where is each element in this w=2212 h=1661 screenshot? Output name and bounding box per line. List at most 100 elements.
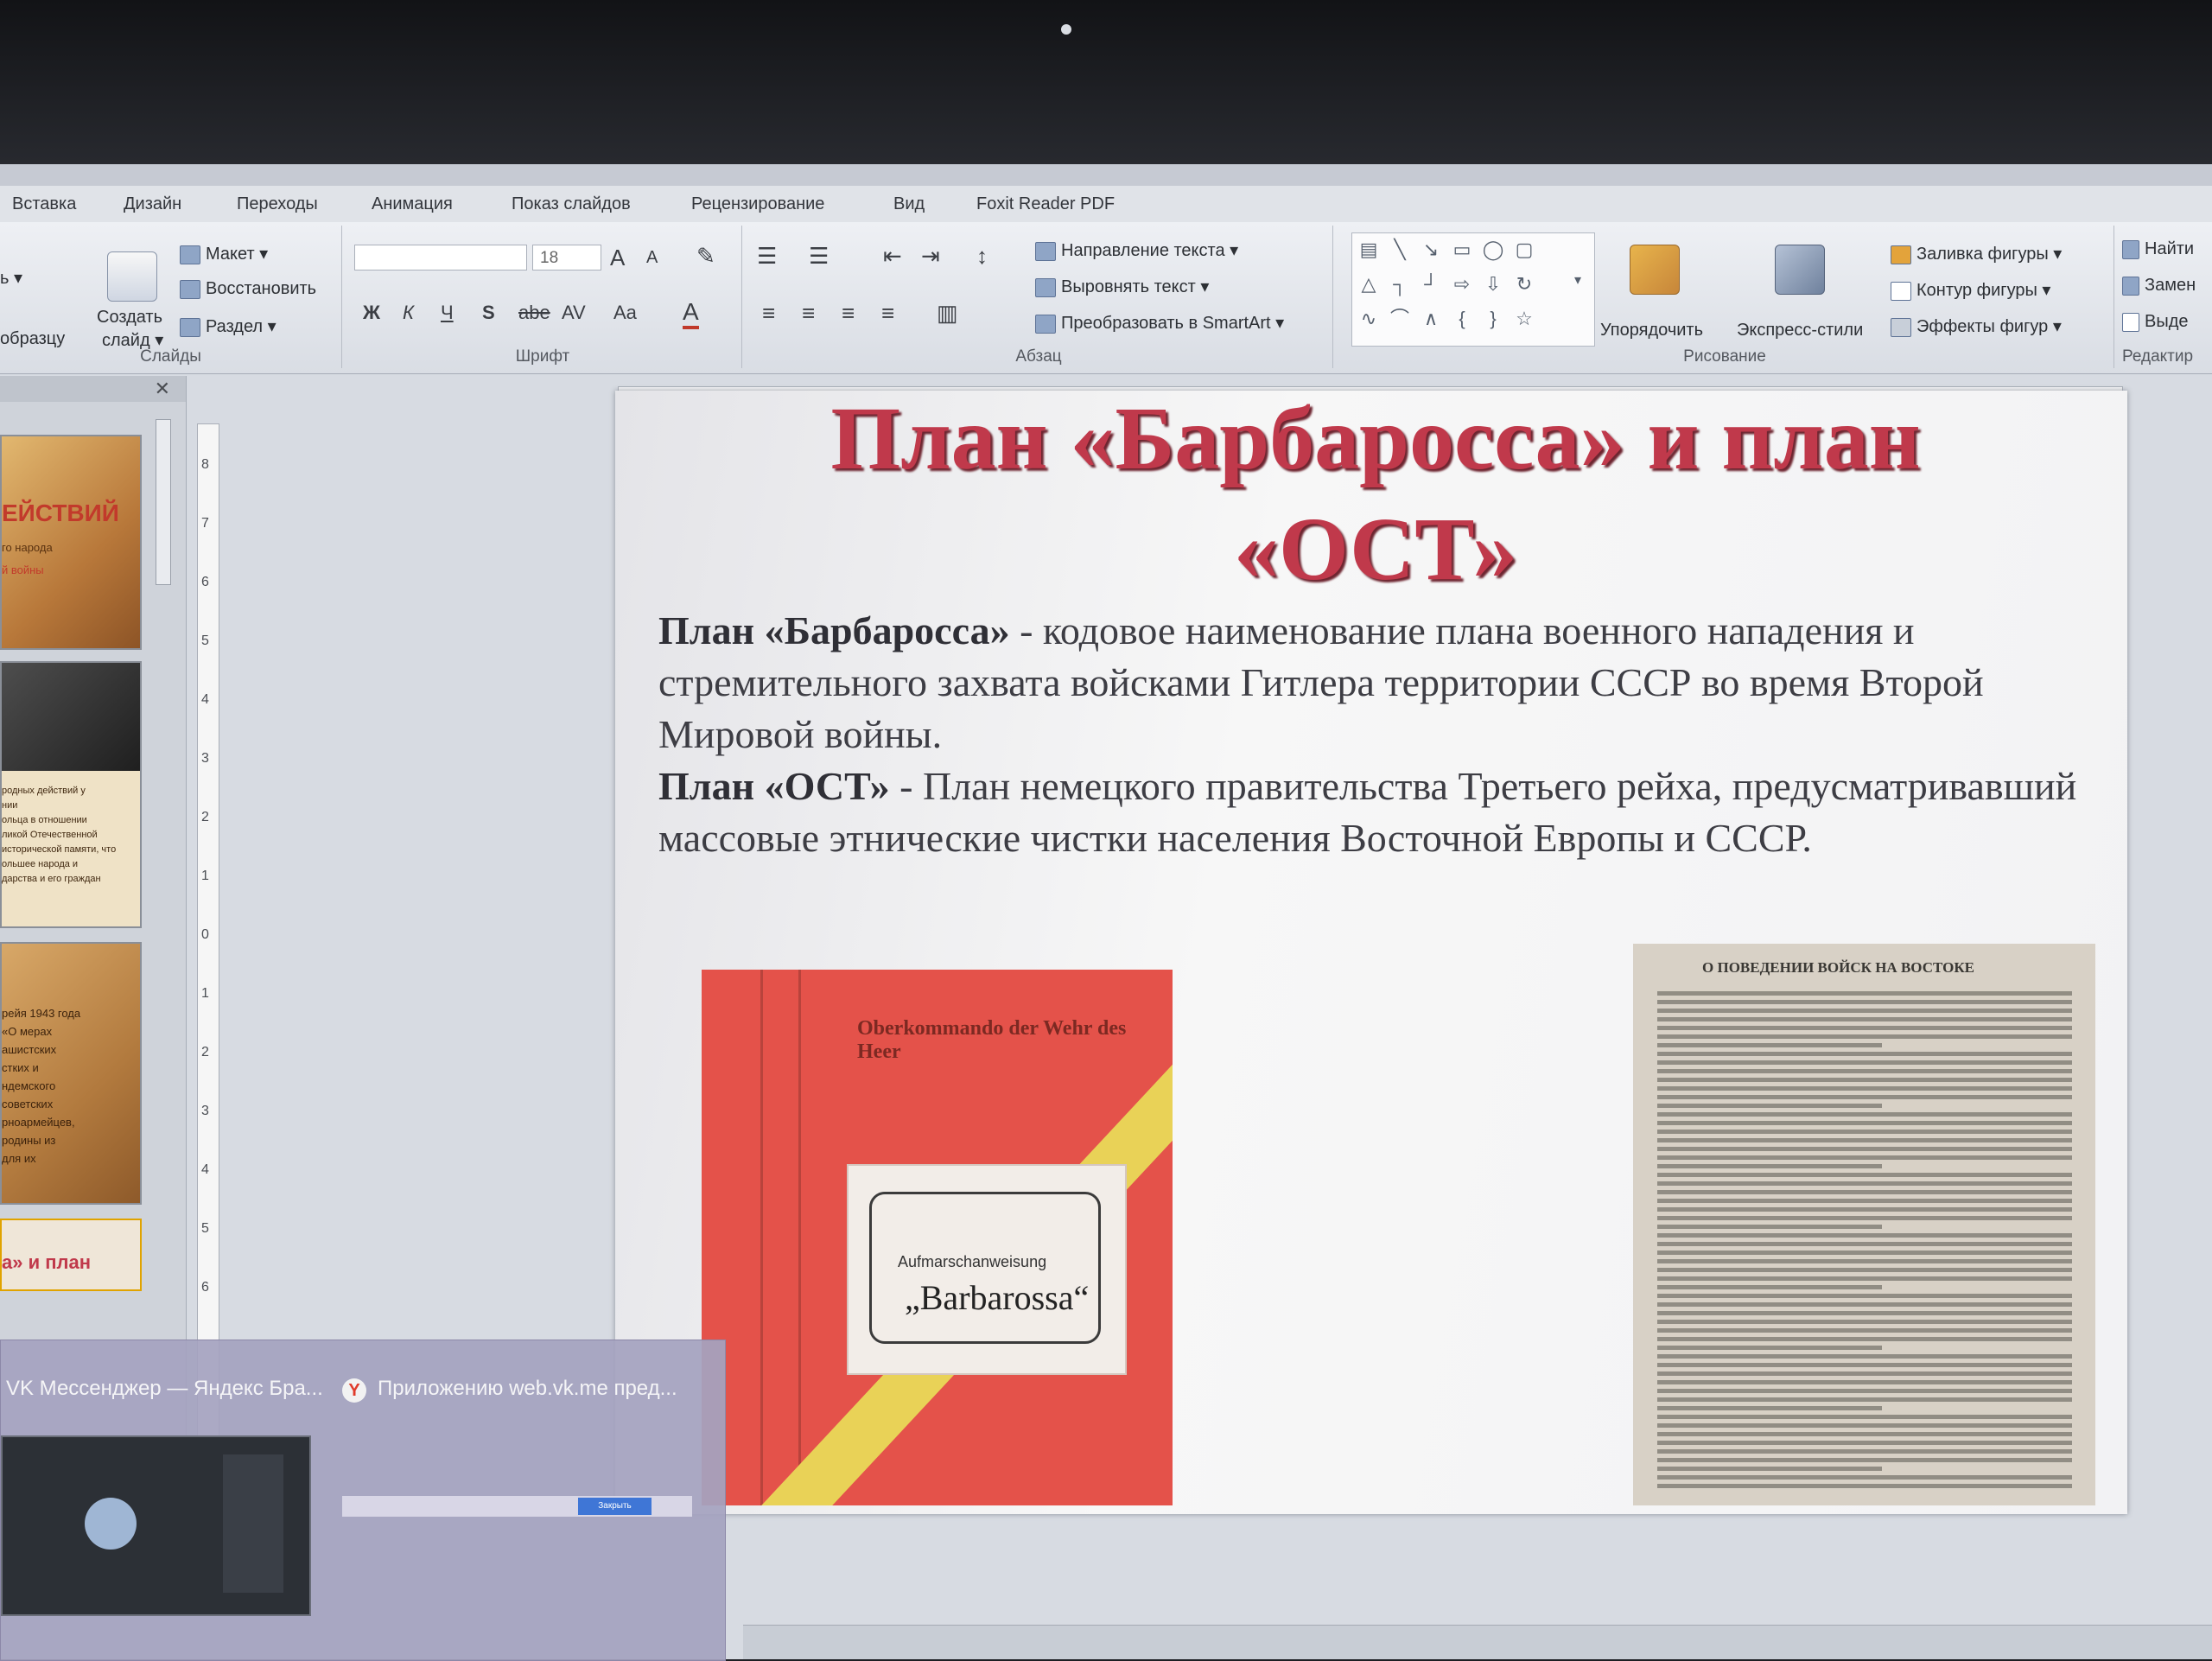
triangle-shape-icon[interactable]: △ <box>1356 271 1382 297</box>
line-spacing-icon[interactable]: ↕ <box>976 243 988 270</box>
format-painter-cut[interactable]: ь ▾ <box>0 267 22 289</box>
right-arrow-shape-icon[interactable]: ⇨ <box>1449 271 1475 297</box>
select-button[interactable]: Выде <box>2122 312 2189 332</box>
newspaper-text-line <box>1657 1155 2072 1160</box>
bullets-icon[interactable]: ☰ <box>757 243 777 270</box>
reset-button[interactable]: Восстановить <box>180 279 316 299</box>
newspaper-text-line <box>1657 1467 1882 1471</box>
freeform-shape-icon[interactable]: ∿ <box>1356 306 1382 332</box>
brace-right-shape-icon[interactable]: } <box>1480 306 1506 332</box>
shape-outline-button[interactable]: Контур фигуры ▾ <box>1891 279 2050 301</box>
arrange-button[interactable]: Упорядочить <box>1600 321 1703 340</box>
tab-slideshow[interactable]: Показ слайдов <box>512 194 631 214</box>
align-left-icon[interactable]: ≡ <box>762 300 775 327</box>
effects-icon <box>1891 317 1911 337</box>
down-arrow-shape-icon[interactable]: ⇩ <box>1480 271 1506 297</box>
arc-shape-icon[interactable]: ⌒ <box>1387 306 1413 332</box>
font-color-button[interactable]: A <box>683 298 699 329</box>
arrow-line-shape-icon[interactable]: ↘ <box>1418 237 1444 263</box>
vk-window-title[interactable]: VK Мессенджер — Яндекс Бра... <box>6 1377 323 1401</box>
slide-thumbnail-1[interactable]: ЕЙСТВИЙ го народа й войны <box>0 435 142 650</box>
rectangle-shape-icon[interactable]: ▭ <box>1449 237 1475 263</box>
newspaper-text-line <box>1657 1484 2072 1488</box>
vk-permission-window-title[interactable]: Приложению web.vk.me пред... <box>378 1377 677 1401</box>
newspaper-text-line <box>1657 1320 2072 1324</box>
slide-thumbnail-2[interactable]: родных действий у нии ольца в отношении … <box>0 661 142 928</box>
taskbar-preview-popup: VK Мессенджер — Яндекс Бра... Y Приложен… <box>0 1340 726 1661</box>
elbow-shape-icon[interactable]: ┐ <box>1387 271 1413 297</box>
font-size-combo[interactable]: 18 <box>532 245 601 270</box>
shrink-font-button[interactable]: A <box>646 248 658 268</box>
shape-fill-button[interactable]: Заливка фигуры ▾ <box>1891 243 2062 264</box>
brace-left-shape-icon[interactable]: { <box>1449 306 1475 332</box>
quick-styles-button[interactable]: Экспресс-стили <box>1737 321 1863 340</box>
layout-button[interactable]: Макет ▾ <box>180 243 268 264</box>
close-icon[interactable]: ✕ <box>155 378 170 400</box>
barbarossa-folder-image[interactable]: Oberkommando der Wehr des Heer Aufmarsch… <box>702 970 1173 1505</box>
ruler-tick: 5 <box>201 633 209 648</box>
replace-button[interactable]: Замен <box>2122 276 2196 296</box>
font-name-combo[interactable] <box>354 245 527 270</box>
new-slide-icon[interactable] <box>107 251 157 302</box>
star-shape-icon[interactable]: ☆ <box>1511 306 1537 332</box>
thumb1-sub1: го народа <box>2 541 53 554</box>
bold-button[interactable]: Ж <box>363 302 380 324</box>
char-spacing-button[interactable]: AV <box>562 302 586 324</box>
permission-preview-button[interactable]: Закрыть <box>578 1498 652 1515</box>
slide-title[interactable]: План «Барбаросса» и план «ОСТ» <box>684 384 2067 605</box>
gallery-more-icon[interactable]: ▾ <box>1565 268 1591 294</box>
shape-effects-button[interactable]: Эффекты фигур ▾ <box>1891 315 2062 337</box>
decrease-indent-icon[interactable]: ⇤ <box>883 243 902 270</box>
slide-thumbnail-3[interactable]: рейя 1943 года «О мерах ашистских стких … <box>0 942 142 1205</box>
align-center-icon[interactable]: ≡ <box>802 300 815 327</box>
slide-canvas[interactable]: План «Барбаросса» и план «ОСТ» План «Бар… <box>615 389 2127 1514</box>
textbox-shape-icon[interactable]: ▤ <box>1356 237 1382 263</box>
section-button[interactable]: Раздел ▾ <box>180 315 276 337</box>
clear-format-icon[interactable]: ✎ <box>696 243 715 270</box>
format-painter-label[interactable]: образцу <box>0 329 65 349</box>
rounded-rect-shape-icon[interactable]: ▢ <box>1511 237 1537 263</box>
change-case-button[interactable]: Aa <box>613 302 637 324</box>
tab-view[interactable]: Вид <box>893 194 925 214</box>
newspaper-text-line <box>1657 1259 2072 1263</box>
justify-icon[interactable]: ≡ <box>881 300 894 327</box>
grow-font-button[interactable]: A <box>610 245 625 271</box>
yandex-browser-icon: Y <box>342 1378 366 1403</box>
oval-shape-icon[interactable]: ◯ <box>1480 237 1506 263</box>
italic-button[interactable]: К <box>403 302 414 324</box>
columns-icon[interactable]: ▥ <box>937 300 958 327</box>
find-button[interactable]: Найти <box>2122 239 2194 259</box>
new-slide-line1[interactable]: Создать <box>97 308 162 328</box>
vk-window-preview[interactable] <box>1 1435 311 1616</box>
increase-indent-icon[interactable]: ⇥ <box>921 243 940 270</box>
shadow-button[interactable]: S <box>482 302 495 324</box>
tab-review[interactable]: Рецензирование <box>691 194 824 214</box>
slide-thumbnail-4[interactable]: а» и план <box>0 1219 142 1291</box>
tab-foxit[interactable]: Foxit Reader PDF <box>976 194 1115 214</box>
smartart-button[interactable]: Преобразовать в SmartArt ▾ <box>1035 312 1284 334</box>
align-right-icon[interactable]: ≡ <box>842 300 855 327</box>
thumbnails-scrollbar[interactable] <box>156 419 171 585</box>
numbering-icon[interactable]: ☰ <box>809 243 829 270</box>
newspaper-text-line <box>1657 1311 2072 1315</box>
tab-insert[interactable]: Вставка <box>12 194 76 214</box>
newspaper-text-line <box>1657 1268 2072 1272</box>
thumb3-line: «О мерах <box>2 1025 53 1038</box>
tab-animation[interactable]: Анимация <box>372 194 453 214</box>
text-direction-button[interactable]: Направление текста ▾ <box>1035 239 1238 261</box>
curve-shape-icon[interactable]: ↻ <box>1511 271 1537 297</box>
strikethrough-button[interactable]: abe <box>518 302 550 324</box>
tab-transitions[interactable]: Переходы <box>237 194 318 214</box>
arrange-icon[interactable] <box>1630 245 1680 295</box>
quick-styles-icon[interactable] <box>1775 245 1825 295</box>
underline-button[interactable]: Ч <box>441 302 454 324</box>
elbow-arrow-shape-icon[interactable]: ┘ <box>1418 271 1444 297</box>
tab-design[interactable]: Дизайн <box>124 194 181 214</box>
wave-shape-icon[interactable]: ∧ <box>1418 306 1444 332</box>
line-shape-icon[interactable]: ╲ <box>1387 237 1413 263</box>
align-text-button[interactable]: Выровнять текст ▾ <box>1035 276 1209 297</box>
shapes-gallery[interactable]: ▤ ╲ ↘ ▭ ◯ ▢ △ ┐ ┘ ⇨ ⇩ ↻ ∿ ⌒ ∧ { } ☆ ▾ <box>1351 232 1595 347</box>
shape-outline-label: Контур фигуры ▾ <box>1916 281 2051 300</box>
newspaper-clipping-image[interactable]: О ПОВЕДЕНИИ ВОЙСК НА ВОСТОКЕ <box>1633 944 2095 1505</box>
slide-body-text[interactable]: План «Барбаросса» - кодовое наименование… <box>658 605 2110 864</box>
